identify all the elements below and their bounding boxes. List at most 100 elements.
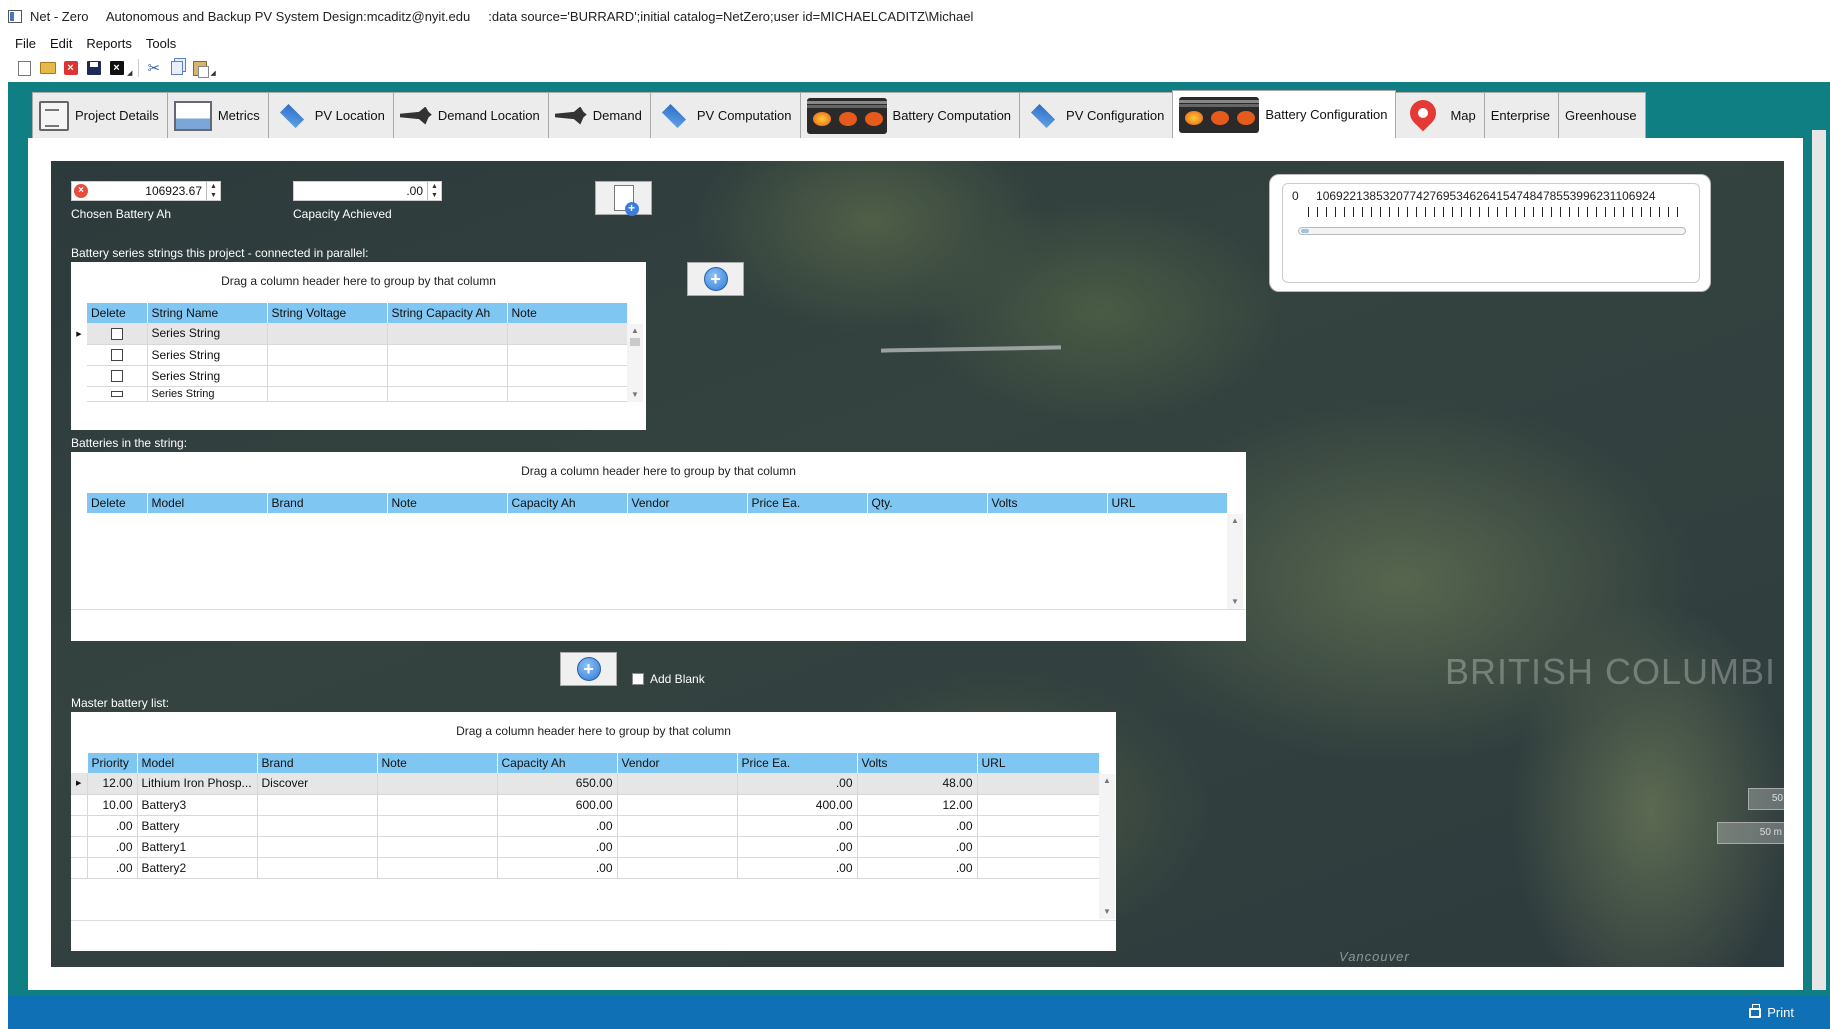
open-folder-button[interactable] — [39, 60, 56, 77]
note-cell[interactable] — [377, 773, 498, 795]
col-volts[interactable]: Volts — [857, 753, 978, 773]
priority-cell[interactable]: .00 — [87, 836, 138, 858]
spin-arrows[interactable]: ▲ ▼ — [427, 182, 441, 200]
print-button[interactable]: Print — [1767, 1005, 1794, 1020]
capacity-cell[interactable]: 600.00 — [497, 794, 618, 816]
tab-pv-computation[interactable]: PV Computation — [649, 92, 801, 138]
new-configuration-button[interactable] — [595, 181, 652, 216]
tab-metrics[interactable]: Metrics — [166, 92, 269, 138]
string-name-cell[interactable]: Series String — [147, 323, 268, 345]
menu-edit[interactable]: Edit — [43, 36, 79, 51]
col-string-voltage[interactable]: String Voltage — [267, 303, 388, 323]
scroll-up-icon[interactable]: ▲ — [1099, 774, 1115, 788]
vendor-cell[interactable] — [617, 794, 738, 816]
table-row[interactable]: Series String — [87, 323, 628, 345]
url-cell[interactable] — [977, 857, 1100, 879]
tab-enterprise[interactable]: Enterprise — [1483, 92, 1559, 138]
cut-button[interactable]: ✂ — [145, 60, 162, 77]
col-brand[interactable]: Brand — [257, 753, 378, 773]
copy-button[interactable] — [168, 60, 185, 77]
toolbar-overflow-icon[interactable]: ◢ — [127, 69, 132, 77]
capacity-cell[interactable]: .00 — [497, 815, 618, 837]
table-row[interactable]: ▶ 12.00 Lithium Iron Phosp... Discover 6… — [71, 773, 1100, 795]
brand-cell[interactable] — [257, 836, 378, 858]
string-voltage-cell[interactable] — [267, 386, 388, 402]
price-cell[interactable]: .00 — [737, 773, 858, 795]
vendor-cell[interactable] — [617, 836, 738, 858]
capacity-cell[interactable]: 650.00 — [497, 773, 618, 795]
table-row[interactable]: .00 Battery .00 .00 .00 — [71, 815, 1100, 837]
volts-cell[interactable]: .00 — [857, 815, 978, 837]
strings-grid-scrollbar[interactable]: ▲ ▼ — [627, 324, 643, 402]
string-capacity-cell[interactable] — [387, 323, 508, 345]
priority-cell[interactable]: .00 — [87, 857, 138, 879]
volts-cell[interactable]: 12.00 — [857, 794, 978, 816]
vendor-cell[interactable] — [617, 773, 738, 795]
col-price[interactable]: Price Ea. — [747, 493, 868, 513]
col-string-capacity[interactable]: String Capacity Ah — [387, 303, 508, 323]
delete-cell[interactable] — [87, 323, 148, 345]
tab-map[interactable]: Map — [1395, 92, 1485, 138]
scroll-down-icon[interactable]: ▼ — [1099, 905, 1115, 919]
brand-cell[interactable] — [257, 794, 378, 816]
table-row[interactable]: .00 Battery2 .00 .00 .00 — [71, 857, 1100, 879]
slider-thumb[interactable] — [1301, 229, 1309, 233]
new-file-button[interactable] — [16, 60, 33, 77]
priority-cell[interactable]: .00 — [87, 815, 138, 837]
priority-cell[interactable]: 10.00 — [87, 794, 138, 816]
tab-pv-location[interactable]: PV Location — [267, 92, 394, 138]
capacity-cell[interactable]: .00 — [497, 836, 618, 858]
col-note[interactable]: Note — [387, 493, 508, 513]
delete-checkbox[interactable] — [110, 349, 123, 362]
url-cell[interactable] — [977, 794, 1100, 816]
scroll-down-icon[interactable]: ▼ — [627, 388, 643, 402]
url-cell[interactable] — [977, 836, 1100, 858]
scroll-down-icon[interactable]: ▼ — [1227, 595, 1243, 609]
tab-battery-computation[interactable]: Battery Computation — [799, 92, 1021, 138]
chosen-battery-ah-value[interactable]: 106923.67 — [88, 184, 206, 198]
volts-cell[interactable]: 48.00 — [857, 773, 978, 795]
col-string-name[interactable]: String Name — [147, 303, 268, 323]
note-cell[interactable] — [377, 836, 498, 858]
note-cell[interactable] — [377, 794, 498, 816]
string-voltage-cell[interactable] — [267, 323, 388, 345]
note-cell[interactable] — [507, 386, 628, 402]
capacity-slider[interactable] — [1298, 227, 1686, 235]
delete-cell[interactable] — [87, 344, 148, 366]
brand-cell[interactable]: Discover — [257, 773, 378, 795]
string-name-cell[interactable]: Series String — [147, 386, 268, 402]
volts-cell[interactable]: .00 — [857, 857, 978, 879]
spin-down-icon[interactable]: ▼ — [431, 192, 438, 199]
note-cell[interactable] — [507, 323, 628, 345]
url-cell[interactable] — [977, 773, 1100, 795]
col-delete[interactable]: Delete — [87, 493, 148, 513]
menu-reports[interactable]: Reports — [79, 36, 139, 51]
col-vendor[interactable]: Vendor — [617, 753, 738, 773]
model-cell[interactable]: Battery1 — [137, 836, 258, 858]
scroll-up-icon[interactable]: ▲ — [627, 324, 643, 338]
string-voltage-cell[interactable] — [267, 365, 388, 387]
spin-up-icon[interactable]: ▲ — [431, 183, 438, 190]
add-blank-checkbox[interactable] — [632, 673, 644, 685]
close-button[interactable]: × — [108, 60, 125, 77]
col-volts[interactable]: Volts — [987, 493, 1108, 513]
note-cell[interactable] — [507, 365, 628, 387]
tab-demand[interactable]: Demand — [547, 92, 651, 138]
price-cell[interactable]: .00 — [737, 857, 858, 879]
delete-cell[interactable] — [87, 386, 148, 402]
col-capacity[interactable]: Capacity Ah — [507, 493, 628, 513]
col-capacity[interactable]: Capacity Ah — [497, 753, 618, 773]
table-row[interactable]: Series String — [87, 386, 628, 402]
add-battery-button[interactable]: + — [560, 652, 617, 686]
string-capacity-cell[interactable] — [387, 344, 508, 366]
col-brand[interactable]: Brand — [267, 493, 388, 513]
capacity-achieved-field[interactable]: .00 ▲ ▼ — [293, 181, 442, 201]
delete-checkbox[interactable] — [110, 328, 123, 341]
tab-battery-configuration[interactable]: Battery Configuration — [1172, 90, 1397, 138]
table-row[interactable]: Series String — [87, 344, 628, 366]
priority-cell[interactable]: 12.00 — [87, 773, 138, 795]
master-grid-scrollbar[interactable]: ▲ ▼ — [1099, 774, 1115, 919]
delete-button[interactable]: × — [62, 60, 79, 77]
menu-tools[interactable]: Tools — [139, 36, 183, 51]
tab-greenhouse[interactable]: Greenhouse — [1558, 92, 1646, 138]
